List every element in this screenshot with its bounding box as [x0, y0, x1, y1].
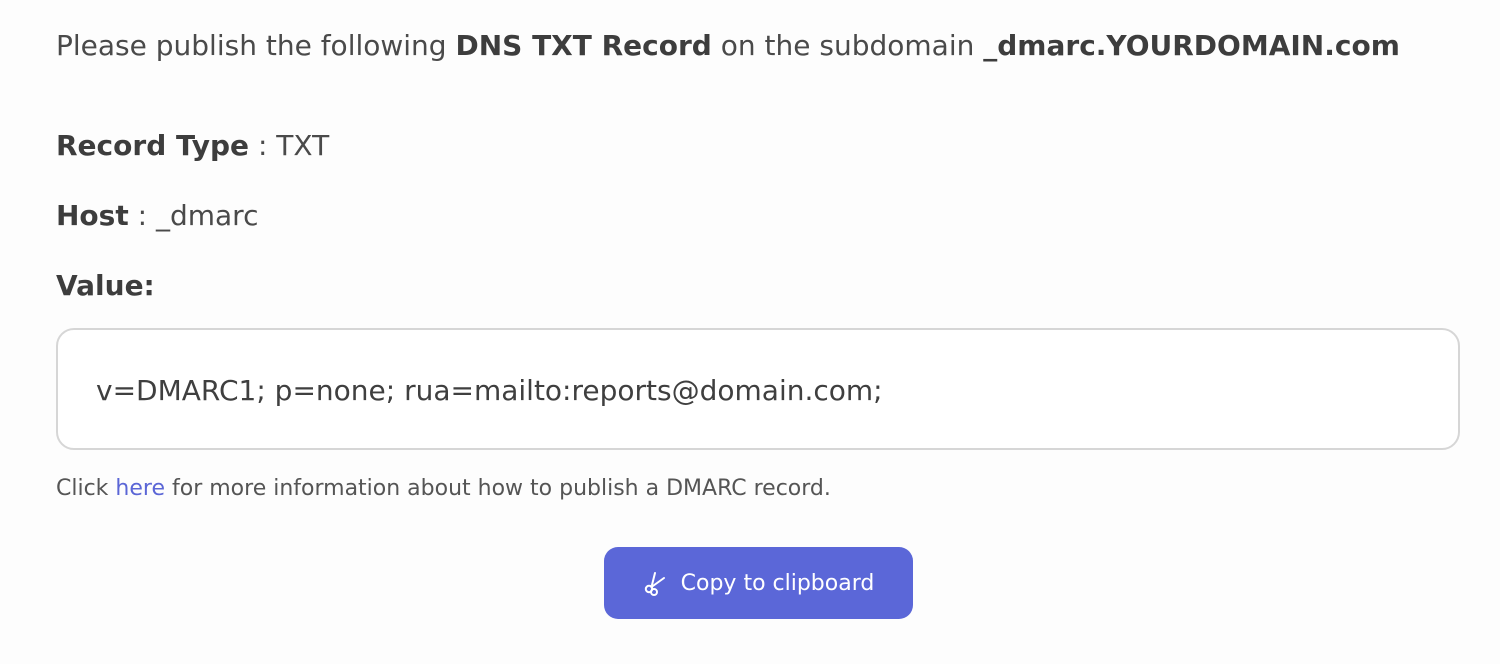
help-suffix: for more information about how to publis…	[165, 476, 831, 501]
record-type-separator: :	[249, 129, 277, 162]
help-text: Click here for more information about ho…	[56, 474, 831, 504]
intro-text: Please publish the following DNS TXT Rec…	[56, 26, 1400, 66]
host-separator: :	[128, 199, 156, 232]
record-value-text[interactable]: v=DMARC1; p=none; rua=mailto:reports@dom…	[96, 371, 883, 411]
record-value-box[interactable]: v=DMARC1; p=none; rua=mailto:reports@dom…	[56, 328, 1460, 450]
host-value: _dmarc	[155, 199, 259, 232]
host-row: Host : _dmarc	[56, 196, 258, 236]
help-prefix: Click	[56, 476, 116, 501]
record-type-value: TXT	[276, 129, 330, 162]
copy-to-clipboard-button[interactable]: Copy to clipboard	[604, 547, 913, 619]
dmarc-instructions-panel: Please publish the following DNS TXT Rec…	[0, 0, 1500, 664]
value-label-row: Value:	[56, 266, 155, 306]
intro-middle: on the subdomain	[711, 29, 984, 62]
record-name: DNS TXT Record	[455, 29, 712, 62]
copy-button-label: Copy to clipboard	[680, 570, 875, 596]
host-label: Host	[56, 199, 129, 232]
scissors-icon	[643, 570, 669, 596]
subdomain-name: _dmarc.YOURDOMAIN.com	[983, 29, 1400, 62]
record-type-row: Record Type : TXT	[56, 126, 329, 166]
help-link[interactable]: here	[115, 476, 165, 501]
record-type-label: Record Type	[56, 129, 250, 162]
value-label: Value:	[56, 269, 155, 302]
intro-prefix: Please publish the following	[56, 29, 456, 62]
